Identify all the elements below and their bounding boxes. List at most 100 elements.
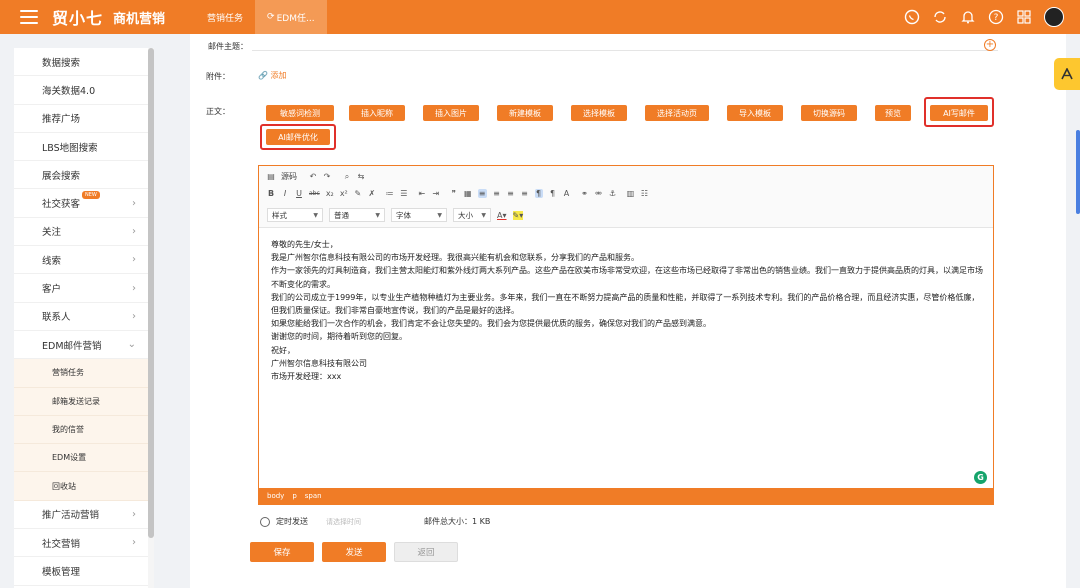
whatsapp-icon[interactable] [904, 9, 920, 25]
sidebar-item-promo[interactable]: 推广活动营销 › [14, 501, 154, 530]
font-select[interactable]: 字体 ▼ [391, 208, 447, 222]
strikethrough-icon[interactable]: abc [309, 190, 320, 197]
tab-edm-label: EDM任... [276, 13, 315, 24]
numbered-list-icon[interactable]: ≔ [386, 189, 394, 198]
align-left-icon[interactable]: ≡ [477, 189, 487, 198]
subject-input[interactable] [252, 50, 998, 51]
replace-icon[interactable]: ⇆ [357, 172, 365, 181]
save-button[interactable]: 保存 [250, 542, 314, 562]
bell-icon[interactable] [960, 9, 976, 25]
sidebar-sub-recycle-bin[interactable]: 回收站 [14, 472, 154, 501]
insert-nickname-button[interactable]: 插入昵称 [349, 105, 405, 121]
tab-marketing-task[interactable]: 营销任务 [195, 0, 255, 34]
new-template-button[interactable]: 新建模板 [497, 105, 553, 121]
size-select[interactable]: 大小 ▼ [453, 208, 491, 222]
format-select[interactable]: 普通 ▼ [329, 208, 385, 222]
sidebar-item-edm[interactable]: EDM邮件营销 ⌄ [14, 331, 154, 360]
anchor-icon[interactable]: ⚓ [609, 189, 617, 198]
back-button[interactable]: 返回 [394, 542, 458, 562]
insert-image-button[interactable]: 插入图片 [423, 105, 479, 121]
sidebar-item-customers[interactable]: 客户 › [14, 274, 154, 303]
right-edge-tab[interactable] [1076, 130, 1080, 214]
sidebar-item-leads[interactable]: 线索 › [14, 246, 154, 275]
language-icon[interactable]: A [563, 189, 571, 198]
format-painter-icon[interactable]: ✎ [354, 189, 362, 198]
text-color-icon[interactable]: A▾ [497, 211, 507, 220]
sidebar-item-customs-data[interactable]: 海关数据4.0 [14, 76, 154, 105]
menu-icon[interactable] [20, 10, 38, 24]
sidebar-sub-edm-settings[interactable]: EDM设置 [14, 444, 154, 473]
select-activity-page-button[interactable]: 选择活动页 [645, 105, 709, 121]
select-template-button[interactable]: 选择模板 [571, 105, 627, 121]
ai-write-email-button[interactable]: AI写邮件 [930, 105, 988, 121]
source-icon[interactable]: ▤ [267, 172, 275, 181]
path-p[interactable]: p [292, 492, 296, 500]
sidebar-item-templates[interactable]: 模板管理 [14, 557, 154, 586]
horizontal-line-icon[interactable]: ☷ [641, 189, 649, 198]
avatar[interactable] [1044, 7, 1064, 27]
bullet-list-icon[interactable]: ☰ [400, 189, 408, 198]
rich-text-editor[interactable]: ▤ 源码 ↶ ↷ ⌕ ⇆ B I U abc x₂ x² ✎ ✗ ≔ ☰ ⇤ ⇥… [258, 165, 994, 505]
sidebar-sub-send-records[interactable]: 邮箱发送记录 [14, 387, 154, 416]
toggle-source-button[interactable]: 切换源码 [801, 105, 857, 121]
align-justify-icon[interactable]: ≡ [521, 189, 529, 198]
attachment-label: 附件： [206, 72, 230, 81]
clear-format-icon[interactable]: ✗ [368, 189, 376, 198]
style-select[interactable]: 样式 ▼ [267, 208, 323, 222]
editor-toolbar: ▤ 源码 ↶ ↷ ⌕ ⇆ B I U abc x₂ x² ✎ ✗ ≔ ☰ ⇤ ⇥… [259, 166, 993, 228]
ai-float-button[interactable] [1054, 58, 1080, 90]
tab-edm[interactable]: ⟳ EDM任... [255, 0, 327, 34]
code-icon[interactable]: ▦ [464, 189, 472, 198]
italic-icon[interactable]: I [281, 189, 289, 198]
sidebar-item-follow[interactable]: 关注 › [14, 218, 154, 247]
find-icon[interactable]: ⌕ [343, 172, 351, 182]
sidebar-sub-reputation[interactable]: 我的信誉 [14, 415, 154, 445]
sidebar-item-data-search[interactable]: 数据搜索 [14, 48, 154, 77]
source-label[interactable]: 源码 [281, 171, 297, 182]
rtl-icon[interactable]: ¶ [549, 189, 557, 198]
grammarly-icon[interactable]: G [974, 471, 987, 484]
table-icon[interactable]: ▥ [627, 189, 635, 198]
preview-button[interactable]: 预览 [875, 105, 911, 121]
sync-icon[interactable] [932, 9, 948, 25]
subscript-icon[interactable]: x₂ [326, 189, 334, 198]
editor-statusbar: body p span [259, 488, 993, 504]
path-body[interactable]: body [267, 492, 284, 500]
import-template-button[interactable]: 导入模板 [727, 105, 783, 121]
sidebar-item-social-marketing[interactable]: 社交营销 › [14, 529, 154, 558]
sidebar-sub-marketing-task[interactable]: 营销任务 [14, 359, 154, 388]
send-button[interactable]: 发送 [322, 542, 386, 562]
sensitive-word-check-button[interactable]: 敏感词检测 [266, 105, 334, 121]
link-icon[interactable]: ⚭ [581, 189, 589, 198]
align-center-icon[interactable]: ≡ [493, 189, 501, 198]
schedule-time-input[interactable]: 请选择时间 [326, 517, 361, 527]
ltr-icon[interactable]: ¶ [534, 189, 543, 198]
sidebar-item-social[interactable]: 社交获客 NEW › [14, 189, 154, 218]
sidebar-item-contacts[interactable]: 联系人 › [14, 303, 154, 331]
sidebar-item-recommend[interactable]: 推荐广场 [14, 105, 154, 133]
superscript-icon[interactable]: x² [340, 189, 348, 198]
apps-grid-icon[interactable] [1016, 9, 1032, 25]
add-attachment-link[interactable]: 🔗 添加 [258, 70, 287, 81]
sidebar-item-label: 推广活动营销 [42, 510, 100, 522]
outdent-icon[interactable]: ⇤ [418, 189, 426, 198]
indent-icon[interactable]: ⇥ [432, 189, 440, 198]
sidebar-scrollbar-thumb[interactable] [148, 48, 154, 538]
background-color-icon[interactable]: ✎▾ [512, 210, 524, 220]
bold-icon[interactable]: B [267, 189, 275, 198]
ai-email-optimize-button[interactable]: AI邮件优化 [266, 129, 330, 145]
help-icon[interactable]: ? [988, 9, 1004, 25]
editor-content[interactable]: 尊敬的先生/女士， 我是广州智尔信息科技有限公司的市场开发经理。我很高兴能有机会… [271, 238, 983, 383]
sidebar-item-lbs-map[interactable]: LBS地图搜索 [14, 133, 154, 162]
redo-icon[interactable]: ↷ [323, 172, 331, 181]
content-line: 市场开发经理：xxx [271, 372, 342, 382]
blockquote-icon[interactable]: ❞ [450, 189, 458, 198]
align-right-icon[interactable]: ≡ [507, 189, 515, 198]
schedule-send[interactable]: 定时发送 请选择时间 [260, 516, 361, 527]
underline-icon[interactable]: U [295, 189, 303, 198]
plus-circle-icon[interactable]: + [984, 39, 996, 51]
sidebar-item-expo-search[interactable]: 展会搜索 [14, 161, 154, 190]
unlink-icon[interactable]: ⚮ [595, 189, 603, 198]
path-span[interactable]: span [305, 492, 322, 500]
undo-icon[interactable]: ↶ [309, 172, 317, 181]
